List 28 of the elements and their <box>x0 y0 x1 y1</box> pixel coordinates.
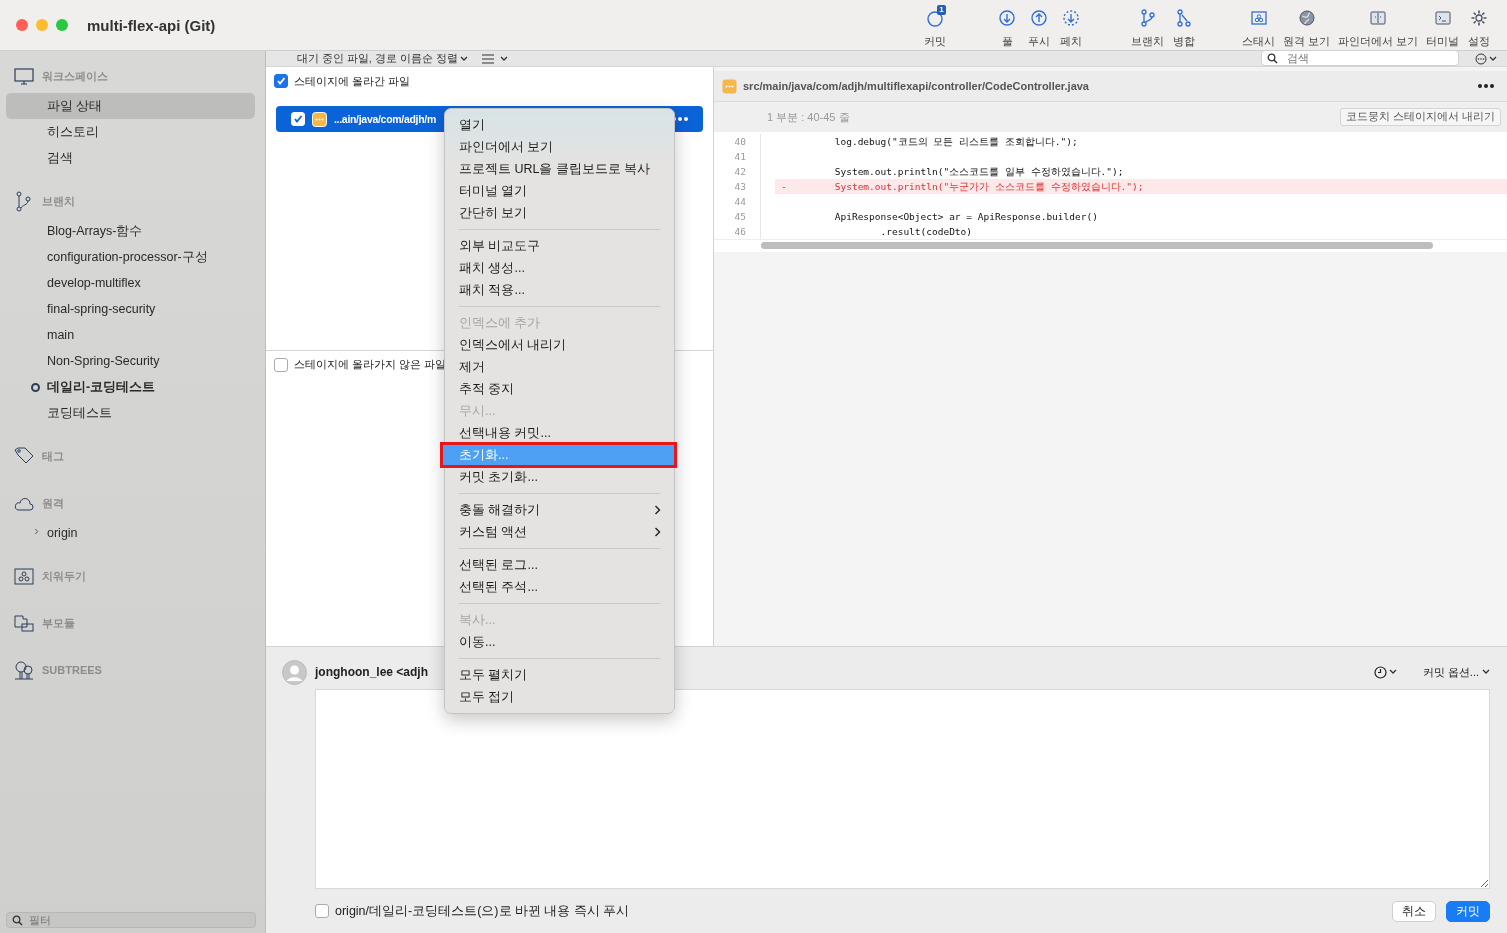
code-line: .result(codeDto) <box>879 226 973 237</box>
line-number: 43 <box>714 179 761 194</box>
line-number: 44 <box>714 194 761 209</box>
window-title: multi-flex-api (Git) <box>87 16 216 34</box>
file-path: src/main/java/com/adjh/multiflexapi/controller/CodeController.java <box>743 80 1089 92</box>
code-line: log.debug("코드의 모든 리스트를 조회합니다."); <box>833 136 1078 147</box>
section-heading: 스테이지에 올라가지 않은 파일 <box>294 357 447 372</box>
file-path: ...ain/java/com/adjh/m <box>334 113 436 125</box>
line-number: 40 <box>714 134 761 149</box>
code-line: ApiResponse<Object> ar = ApiResponse.builder() <box>833 211 1098 222</box>
line-number: 45 <box>714 209 761 224</box>
section-heading: 원격 <box>42 495 64 511</box>
count-badge: 1 <box>937 4 946 15</box>
line-number: 42 <box>714 164 761 179</box>
code-line: System.out.println("소스코드를 일부 수정하였습니다."); <box>833 166 1124 177</box>
section-heading: 워크스페이스 <box>42 68 108 84</box>
section-heading: 부모듈 <box>42 615 75 631</box>
line-number: 41 <box>714 149 761 164</box>
code-line: System.out.println("누군가가 소스코드를 수정하였습니다."); <box>833 181 1144 192</box>
section-heading: 태그 <box>42 448 64 464</box>
diff-marker: - <box>780 181 787 192</box>
section-heading: SUBTREES <box>42 664 102 676</box>
author-name: jonghoon_lee <adjh <box>315 665 428 679</box>
section-heading: 스테이지에 올라간 파일 <box>294 73 411 89</box>
hunk-title: 1 부분 : 40-45 줄 <box>767 109 850 125</box>
section-heading: 브랜치 <box>42 193 75 209</box>
push-option-label: origin/데일리-코딩테스트(으)로 바뀐 내용 즉시 푸시 <box>335 902 630 920</box>
section-heading: 치워두기 <box>42 568 86 584</box>
